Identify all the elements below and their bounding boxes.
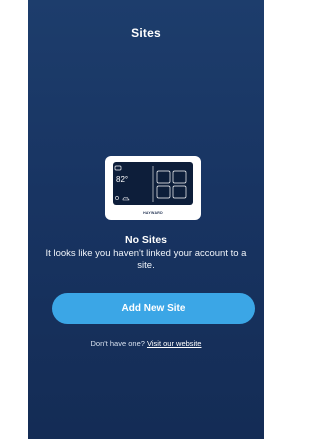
add-new-site-button[interactable]: Add New Site — [52, 293, 255, 324]
sun-icon — [115, 196, 119, 200]
cloud-icon — [122, 197, 130, 201]
tile-icon — [156, 170, 171, 184]
empty-state-description: It looks like you haven't linked your ac… — [45, 248, 247, 271]
website-prompt-text: Don't have one? — [90, 339, 145, 348]
tile-icon — [172, 185, 187, 199]
tile-icon — [156, 185, 171, 199]
message-icon — [114, 165, 122, 171]
temperature-readout: 82° — [116, 175, 129, 184]
website-prompt: Don't have one? Visit our website — [28, 339, 264, 348]
sites-screen: Sites 82° HAYWARD No Sites It looks like… — [28, 0, 264, 439]
tile-icon — [172, 170, 187, 184]
brand-logo: HAYWARD — [143, 211, 163, 215]
page-title: Sites — [131, 26, 161, 40]
thermostat-illustration: 82° HAYWARD — [105, 156, 201, 220]
visit-website-link[interactable]: Visit our website — [147, 339, 201, 348]
empty-state-title: No Sites — [124, 234, 167, 246]
